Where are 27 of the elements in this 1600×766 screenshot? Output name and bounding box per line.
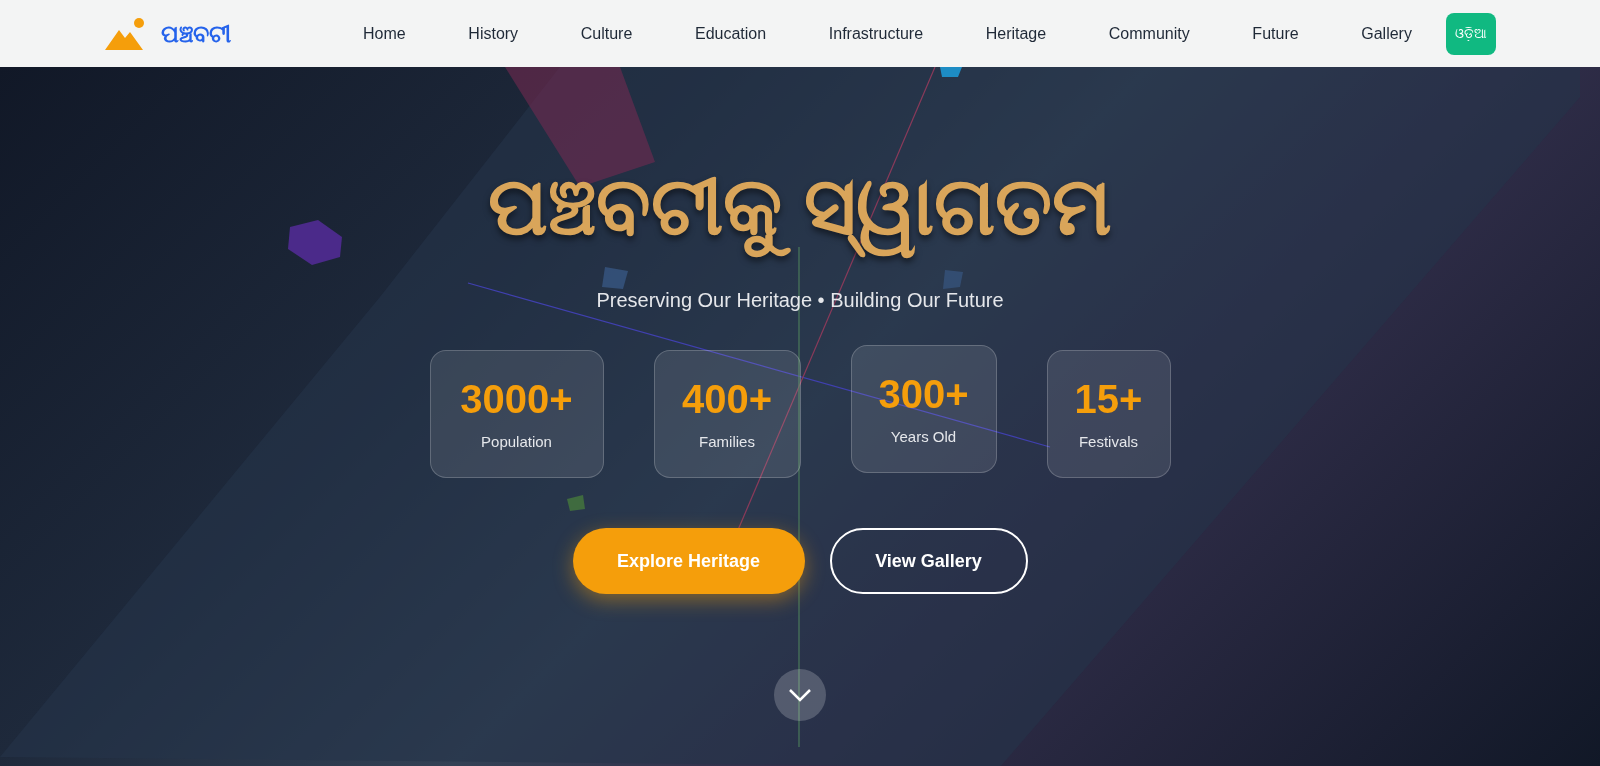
stat-value: 3000+ <box>460 375 573 423</box>
floating-shape <box>602 267 628 289</box>
logo-text[interactable]: ପଞ୍ଚବଟୀ <box>161 15 231 52</box>
floating-shape <box>943 270 963 289</box>
nav-link[interactable]: Heritage <box>985 21 1047 46</box>
scroll-down-button[interactable] <box>774 669 826 721</box>
nav-link[interactable]: History <box>468 21 519 46</box>
nav-link[interactable]: Education <box>694 21 767 46</box>
chevron-down-icon <box>788 688 812 702</box>
nav-link[interactable]: Culture <box>580 21 633 46</box>
nav-link[interactable]: Gallery <box>1361 21 1412 46</box>
nav-link[interactable]: Infrastructure <box>828 21 924 46</box>
nav-link[interactable]: Home <box>363 21 406 46</box>
nav-link[interactable]: Community <box>1108 21 1190 46</box>
nav-link[interactable]: Future <box>1252 21 1299 46</box>
stat-value: 300+ <box>878 370 969 418</box>
stat-value: 15+ <box>1074 375 1143 423</box>
stat-value: 400+ <box>681 375 773 423</box>
stat-label: Festivals <box>1078 431 1139 452</box>
floating-shape <box>288 220 342 265</box>
hero-subtitle: Preserving Our Heritage • Building Our Future <box>596 288 1004 313</box>
floating-shape <box>567 495 585 511</box>
gallery-button[interactable]: View Gallery <box>829 528 1028 594</box>
stat-label: Years Old <box>890 426 957 447</box>
hero-title: ପଞ୍ଚବଟୀକୁ ସ୍ୱାଗତମ <box>487 151 1113 263</box>
stat-label: Population <box>481 431 552 452</box>
stat-label: Families <box>699 431 755 452</box>
